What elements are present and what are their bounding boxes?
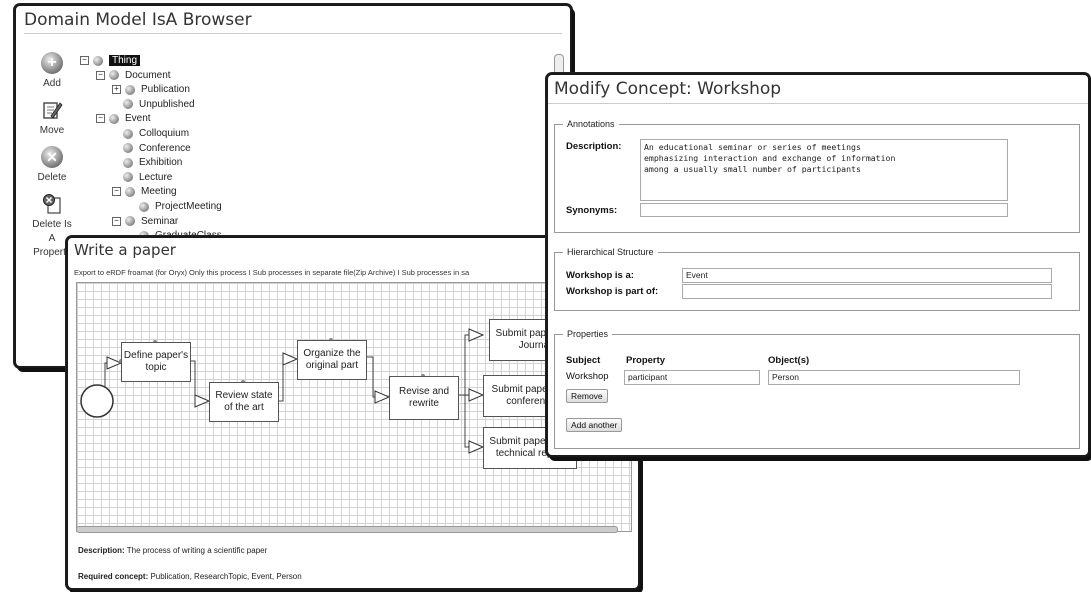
move-label: Move (39, 125, 65, 136)
tree-node-label: Publication (141, 84, 190, 96)
annotations-legend: Annotations (567, 119, 615, 129)
required-concepts: Required concept: Publication, ResearchT… (78, 572, 302, 581)
tree-node-label: Colloquium (139, 128, 190, 139)
canvas-scrollbar[interactable] (76, 526, 618, 533)
collapse-icon[interactable]: − (80, 56, 89, 65)
tree-node[interactable]: − Document (96, 69, 171, 82)
modify-concept-title: Modify Concept: Workshop (548, 75, 1088, 104)
process-description: Description: The process of writing a sc… (78, 546, 267, 555)
task-review-art[interactable]: Review state of the art (209, 382, 279, 422)
concept-node-icon (125, 84, 135, 95)
leaf-spacer (112, 145, 119, 152)
objects-column-header: Object(s) (768, 355, 810, 366)
process-description-value: The process of writing a scientific pape… (126, 546, 268, 555)
tree-node[interactable]: + Publication (112, 83, 190, 96)
leaf-spacer (128, 203, 135, 210)
subject-column-header: Subject (566, 355, 601, 366)
tree-node[interactable]: Colloquium (112, 127, 189, 140)
hierarchy-legend: Hierarchical Structure (567, 247, 654, 257)
tree-node-label: Conference (139, 142, 191, 154)
tree-node[interactable]: − Event (96, 112, 151, 125)
concept-node-icon (123, 143, 133, 154)
export-bar[interactable]: Export to eRDF froamat (for Oryx) Only t… (74, 268, 469, 277)
partof-label: Workshop is part of: (566, 286, 659, 297)
add-label: Add (43, 78, 61, 89)
process-description-label: Description: (78, 546, 125, 555)
tree-node[interactable]: Exhibition (112, 156, 182, 169)
leaf-spacer (112, 101, 119, 108)
tree-node-label: Event (125, 113, 151, 125)
partof-field[interactable] (682, 284, 1052, 299)
remove-button[interactable]: Remove (566, 389, 608, 403)
properties-legend: Properties (567, 329, 609, 339)
concept-node-icon (109, 70, 119, 81)
task-organize-part[interactable]: Organize the original part (297, 340, 367, 380)
tree-node[interactable]: − Meeting (112, 185, 177, 198)
tree-node-label: Exhibition (139, 157, 183, 169)
leaf-spacer (112, 174, 119, 181)
property-name-field[interactable]: participant (624, 370, 760, 385)
isa-label: Workshop is a: (566, 270, 634, 281)
tree-node[interactable]: − Seminar (112, 215, 178, 228)
start-event[interactable] (80, 384, 114, 418)
leaf-spacer (112, 130, 119, 137)
tree-node-label: Document (125, 69, 171, 81)
required-concepts-value: Publication, ResearchTopic, Event, Perso… (150, 572, 302, 581)
expand-icon[interactable]: + (112, 85, 121, 95)
concept-node-icon (123, 128, 133, 139)
tree-node[interactable]: Unpublished (112, 98, 195, 111)
modify-concept-window: Modify Concept: Workshop Annotations Des… (546, 73, 1090, 457)
tree-node[interactable]: Conference (112, 142, 191, 155)
isa-browser-title: Domain Model IsA Browser (24, 6, 562, 34)
properties-section: Properties (554, 329, 1080, 449)
concept-node-icon (139, 201, 149, 212)
delete-label: Delete (37, 172, 67, 183)
delete-button[interactable]: ✕ Delete (20, 146, 84, 185)
concept-node-icon (109, 113, 119, 124)
concept-node-icon (123, 99, 133, 110)
concept-node-icon (125, 186, 135, 197)
collapse-icon[interactable]: − (112, 187, 121, 197)
move-button[interactable]: Move (20, 99, 84, 138)
delete-property-icon (41, 193, 63, 215)
property-object-field[interactable]: Person (768, 370, 1020, 385)
description-textarea[interactable]: An educational seminar or series of meet… (640, 139, 1008, 201)
collapse-icon[interactable]: − (112, 216, 121, 226)
description-label: Description: (566, 141, 622, 152)
add-icon: + (41, 52, 63, 74)
leaf-spacer (112, 159, 119, 166)
concept-node-icon (93, 55, 103, 66)
collapse-icon[interactable]: − (96, 70, 105, 80)
collapse-icon[interactable]: − (96, 114, 105, 124)
concept-node-icon (123, 172, 133, 183)
concept-node-icon (125, 216, 135, 227)
add-another-button[interactable]: Add another (566, 418, 623, 432)
concept-node-icon (123, 157, 133, 168)
tree-node-label: Seminar (141, 215, 179, 227)
delete-icon: ✕ (41, 146, 63, 168)
property-column-header: Property (626, 355, 666, 366)
tree-node-label: Lecture (139, 171, 173, 183)
task-revise-rewrite[interactable]: Revise and rewrite (389, 376, 459, 420)
add-button[interactable]: + Add (20, 52, 84, 91)
synonyms-field[interactable] (640, 203, 1008, 217)
isa-field[interactable]: Event (682, 268, 1052, 283)
required-concepts-label: Required concept: (78, 572, 149, 581)
tree-node[interactable]: ProjectMeeting (128, 200, 222, 213)
tree-node-label: ProjectMeeting (155, 201, 222, 212)
task-define-topic[interactable]: Define paper's topic (121, 342, 191, 382)
tree-node[interactable]: Lecture (112, 171, 172, 184)
synonyms-label: Synonyms: (566, 205, 618, 216)
tree-node-label: Meeting (141, 186, 177, 198)
tree-node[interactable]: − Thing (80, 54, 141, 67)
property-row-subject: Workshop (566, 371, 609, 382)
tree-node-label: Unpublished (139, 98, 195, 110)
move-icon (41, 99, 63, 121)
tree-node-label: Thing (109, 55, 141, 66)
